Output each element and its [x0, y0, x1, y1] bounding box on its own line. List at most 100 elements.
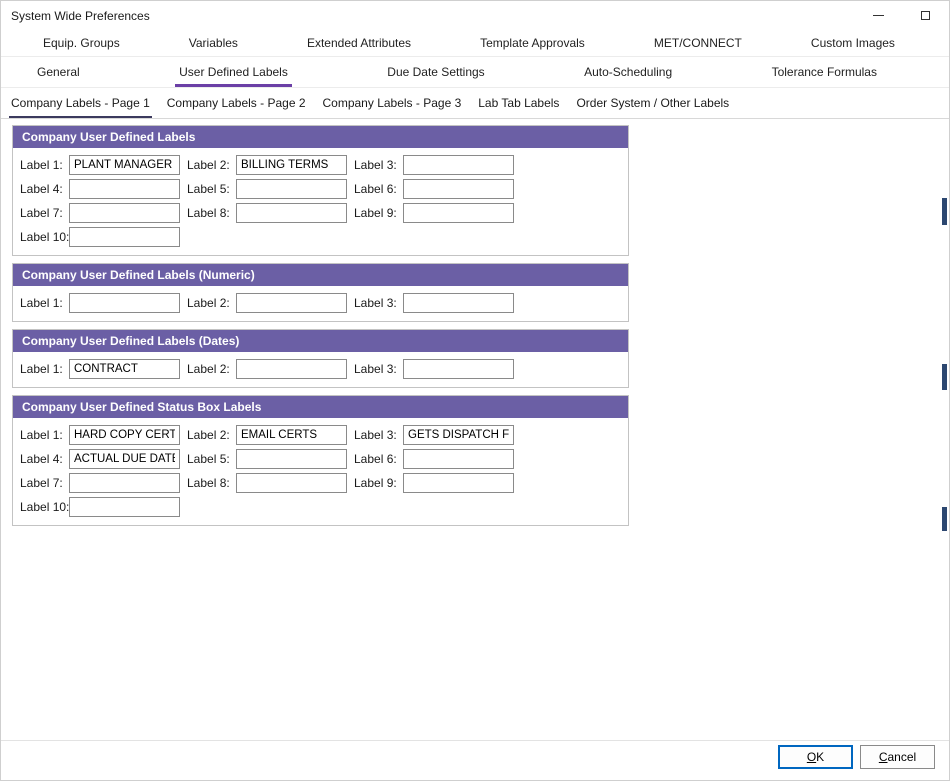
company-label-3-input[interactable]: [403, 155, 514, 175]
group-company-user-defined-labels-numeric: Company User Defined Labels (Numeric) La…: [12, 263, 629, 322]
cancel-button-label: Cancel: [861, 750, 934, 764]
minimize-button[interactable]: [855, 1, 902, 30]
group-header: Company User Defined Labels (Dates): [13, 330, 628, 352]
tab-equip-groups[interactable]: Equip. Groups: [37, 30, 126, 56]
tab-template-approvals[interactable]: Template Approvals: [474, 30, 591, 56]
field: Label 2:: [187, 155, 354, 175]
field: Label 6:: [354, 179, 521, 199]
field-label: Label 6:: [354, 452, 403, 466]
group-header: Company User Defined Status Box Labels: [13, 396, 628, 418]
status-label-1-input[interactable]: [69, 425, 180, 445]
company-label-2-input[interactable]: [236, 155, 347, 175]
cancel-button[interactable]: Cancel: [860, 745, 935, 769]
field: Label 7:: [20, 473, 187, 493]
tab-auto-scheduling[interactable]: Auto-Scheduling: [578, 57, 678, 87]
field-label: Label 6:: [354, 182, 403, 196]
numeric-label-3-input[interactable]: [403, 293, 514, 313]
tab-tolerance-formulas[interactable]: Tolerance Formulas: [766, 57, 883, 87]
field: Label 9:: [354, 203, 521, 223]
dates-label-1-input[interactable]: [69, 359, 180, 379]
field: Label 5:: [187, 179, 354, 199]
status-label-5-input[interactable]: [236, 449, 347, 469]
field: Label 1:: [20, 293, 187, 313]
numeric-label-2-input[interactable]: [236, 293, 347, 313]
scroll-marker: [942, 198, 947, 225]
field: Label 9:: [354, 473, 521, 493]
field-label: Label 9:: [354, 206, 403, 220]
subtab-company-labels-page-1[interactable]: Company Labels - Page 1: [9, 88, 152, 118]
company-label-9-input[interactable]: [403, 203, 514, 223]
ok-button[interactable]: OK: [778, 745, 853, 769]
status-label-4-input[interactable]: [69, 449, 180, 469]
field-label: Label 4:: [20, 182, 69, 196]
status-label-9-input[interactable]: [403, 473, 514, 493]
tab-met-connect[interactable]: MET/CONNECT: [648, 30, 748, 56]
company-label-4-input[interactable]: [69, 179, 180, 199]
scroll-marker: [942, 507, 947, 531]
company-label-5-input[interactable]: [236, 179, 347, 199]
field-label: Label 2:: [187, 362, 236, 376]
field-label: Label 3:: [354, 362, 403, 376]
subtab-order-system-other-labels[interactable]: Order System / Other Labels: [574, 88, 731, 118]
subtab-company-labels-page-3[interactable]: Company Labels - Page 3: [321, 88, 464, 118]
company-label-1-input[interactable]: [69, 155, 180, 175]
field: Label 7:: [20, 203, 187, 223]
field-label: Label 5:: [187, 182, 236, 196]
group-body: Label 1: Label 2: Label 3:: [13, 352, 628, 387]
numeric-label-1-input[interactable]: [69, 293, 180, 313]
status-label-7-input[interactable]: [69, 473, 180, 493]
field: Label 1:: [20, 425, 187, 445]
field: Label 4:: [20, 449, 187, 469]
status-label-6-input[interactable]: [403, 449, 514, 469]
field: Label 1:: [20, 155, 187, 175]
field: Label 4:: [20, 179, 187, 199]
field: Label 1:: [20, 359, 187, 379]
footer-bar: OK Cancel: [1, 740, 949, 780]
subtab-company-labels-page-2[interactable]: Company Labels - Page 2: [165, 88, 308, 118]
dates-label-3-input[interactable]: [403, 359, 514, 379]
field: Label 3:: [354, 155, 521, 175]
window-controls: [855, 1, 949, 30]
field-label: Label 7:: [20, 476, 69, 490]
minimize-icon: [873, 15, 884, 16]
group-body: Label 1: Label 2: Label 3: Label 4:: [13, 148, 628, 255]
group-body: Label 1: Label 2: Label 3:: [13, 286, 628, 321]
field: Label 8:: [187, 473, 354, 493]
company-label-6-input[interactable]: [403, 179, 514, 199]
field-label: Label 1:: [20, 158, 69, 172]
field-row: Label 1: Label 2: Label 3:: [20, 153, 628, 177]
field-label: Label 2:: [187, 428, 236, 442]
ok-button-label: OK: [779, 750, 852, 764]
subtab-lab-tab-labels[interactable]: Lab Tab Labels: [476, 88, 561, 118]
status-label-2-input[interactable]: [236, 425, 347, 445]
field-row: Label 10:: [20, 225, 628, 249]
field-label: Label 2:: [187, 158, 236, 172]
company-label-10-input[interactable]: [69, 227, 180, 247]
field: Label 5:: [187, 449, 354, 469]
tab-custom-images[interactable]: Custom Images: [805, 30, 901, 56]
field-label: Label 1:: [20, 428, 69, 442]
field-label: Label 4:: [20, 452, 69, 466]
field-label: Label 9:: [354, 476, 403, 490]
field: Label 8:: [187, 203, 354, 223]
field-row: Label 10:: [20, 495, 628, 519]
sub-tab-row: Company Labels - Page 1 Company Labels -…: [1, 88, 949, 119]
field-row: Label 1: Label 2: Label 3:: [20, 357, 628, 381]
status-label-8-input[interactable]: [236, 473, 347, 493]
field: Label 10:: [20, 497, 187, 517]
tab-due-date-settings[interactable]: Due Date Settings: [381, 57, 490, 87]
tab-general[interactable]: General: [31, 57, 86, 87]
status-label-3-input[interactable]: [403, 425, 514, 445]
tab-user-defined-labels[interactable]: User Defined Labels: [173, 57, 294, 87]
company-label-8-input[interactable]: [236, 203, 347, 223]
field: Label 3:: [354, 425, 521, 445]
field: Label 10:: [20, 227, 187, 247]
maximize-button[interactable]: [902, 1, 949, 30]
tab-extended-attributes[interactable]: Extended Attributes: [301, 30, 417, 56]
dates-label-2-input[interactable]: [236, 359, 347, 379]
field-label: Label 3:: [354, 428, 403, 442]
company-label-7-input[interactable]: [69, 203, 180, 223]
status-label-10-input[interactable]: [69, 497, 180, 517]
field-label: Label 3:: [354, 158, 403, 172]
tab-variables[interactable]: Variables: [183, 30, 244, 56]
